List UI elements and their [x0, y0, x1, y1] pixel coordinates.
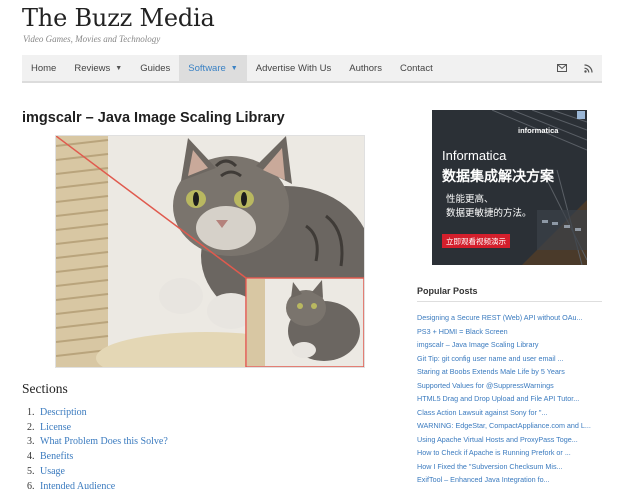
- main-navigation: Home Reviews ▼ Guides Software ▼ Adverti…: [22, 55, 602, 83]
- nav-item-label: Advertise With Us: [255, 62, 332, 74]
- cat-photo-illustration: [56, 136, 364, 367]
- list-number: 1.: [27, 406, 35, 418]
- nav-item-home[interactable]: Home: [22, 55, 65, 81]
- rss-icon[interactable]: [582, 62, 594, 74]
- popular-post-link[interactable]: Designing a Secure REST (Web) API withou…: [417, 311, 602, 325]
- nav-item-label: Software: [188, 62, 226, 74]
- list-number: 4.: [27, 451, 35, 463]
- list-item: 6. Intended Audience: [27, 479, 168, 489]
- list-item: 2. License: [27, 420, 168, 435]
- list-item: 1. Description: [27, 405, 168, 420]
- list-item: 5. Usage: [27, 464, 168, 479]
- sections-list: 1. Description 2. License 3. What Problem D…: [27, 405, 168, 489]
- section-link-usage[interactable]: Usage: [40, 466, 65, 477]
- popular-post-link[interactable]: WARNING: EdgeStar, CompactAppliance.com …: [417, 419, 602, 433]
- popular-post-link[interactable]: ExifTool – Enhanced Java Integration fo.…: [417, 473, 602, 487]
- caret-down-icon: ▼: [230, 64, 238, 72]
- ad-brand-logo: informatica: [518, 126, 559, 135]
- caret-down-icon: ▼: [115, 64, 123, 72]
- article-hero-image: [55, 135, 365, 368]
- popular-post-link[interactable]: How I Fixed the "Subversion Checksum Mis…: [417, 460, 602, 474]
- ad-cta-button[interactable]: 立即观看视频演示: [442, 234, 510, 248]
- site-title[interactable]: The Buzz Media: [22, 4, 215, 32]
- nav-icons: [542, 55, 602, 81]
- popular-post-link[interactable]: HTML5 Drag and Drop Upload and File API …: [417, 392, 602, 406]
- mail-icon[interactable]: [556, 62, 568, 74]
- site-tagline: Video Games, Movies and Technology: [23, 34, 161, 44]
- nav-item-label: Authors: [349, 62, 382, 74]
- article-title[interactable]: imgscalr – Java Image Scaling Library: [22, 110, 285, 126]
- divider: [417, 301, 602, 302]
- section-link-benefits[interactable]: Benefits: [40, 451, 73, 462]
- nav-item-contact[interactable]: Contact: [391, 55, 442, 81]
- popular-post-link[interactable]: Using Apache Virtual Hosts and ProxyPass…: [417, 433, 602, 447]
- nav-item-reviews[interactable]: Reviews ▼: [65, 55, 131, 81]
- popular-post-link[interactable]: Staring at Boobs Extends Male Life by 5 …: [417, 365, 602, 379]
- ad-subline-1: 性能更高、: [446, 194, 494, 205]
- nav-item-guides[interactable]: Guides: [131, 55, 179, 81]
- nav-item-label: Reviews: [74, 62, 111, 74]
- popular-posts-list: Designing a Secure REST (Web) API withou…: [417, 311, 602, 487]
- popular-post-link[interactable]: Git Tip: git config user name and user e…: [417, 352, 602, 366]
- ad-title: Informatica: [442, 148, 507, 163]
- nav-item-label: Contact: [399, 62, 433, 74]
- nav-item-advertise[interactable]: Advertise With Us: [247, 55, 341, 81]
- section-link-audience[interactable]: Intended Audience: [40, 481, 115, 489]
- ad-choices-icon[interactable]: [577, 111, 585, 119]
- sections-heading: Sections: [22, 381, 68, 396]
- ad-headline: 数据集成解决方案: [442, 168, 554, 184]
- section-link-problem[interactable]: What Problem Does this Solve?: [40, 436, 168, 447]
- nav-item-label: Home: [31, 62, 57, 74]
- popular-posts-heading: Popular Posts: [417, 286, 478, 296]
- popular-post-link[interactable]: imgscalr – Java Image Scaling Library: [417, 338, 602, 352]
- sidebar-ad[interactable]: informatica Informatica 数据集成解决方案 性能更高、 数…: [432, 110, 587, 265]
- list-number: 2.: [27, 421, 35, 433]
- nav-item-software[interactable]: Software ▼: [179, 55, 247, 81]
- section-link-license[interactable]: License: [40, 422, 71, 433]
- list-number: 6.: [27, 480, 35, 489]
- list-item: 4. Benefits: [27, 449, 168, 464]
- popular-post-link[interactable]: Class Action Lawsuit against Sony for ".…: [417, 406, 602, 420]
- list-number: 3.: [27, 436, 35, 448]
- nav-item-label: Guides: [140, 62, 171, 74]
- nav-item-authors[interactable]: Authors: [340, 55, 391, 81]
- ad-subline-2: 数据更敏捷的方法。: [446, 208, 532, 219]
- popular-post-link[interactable]: Supported Values for @SuppressWarnings: [417, 379, 602, 393]
- list-item: 3. What Problem Does this Solve?: [27, 435, 168, 450]
- popular-post-link[interactable]: How to Check if Apache is Running Prefor…: [417, 446, 602, 460]
- section-link-description[interactable]: Description: [40, 407, 87, 418]
- popular-post-link[interactable]: PS3 + HDMI = Black Screen: [417, 325, 602, 339]
- list-number: 5.: [27, 466, 35, 478]
